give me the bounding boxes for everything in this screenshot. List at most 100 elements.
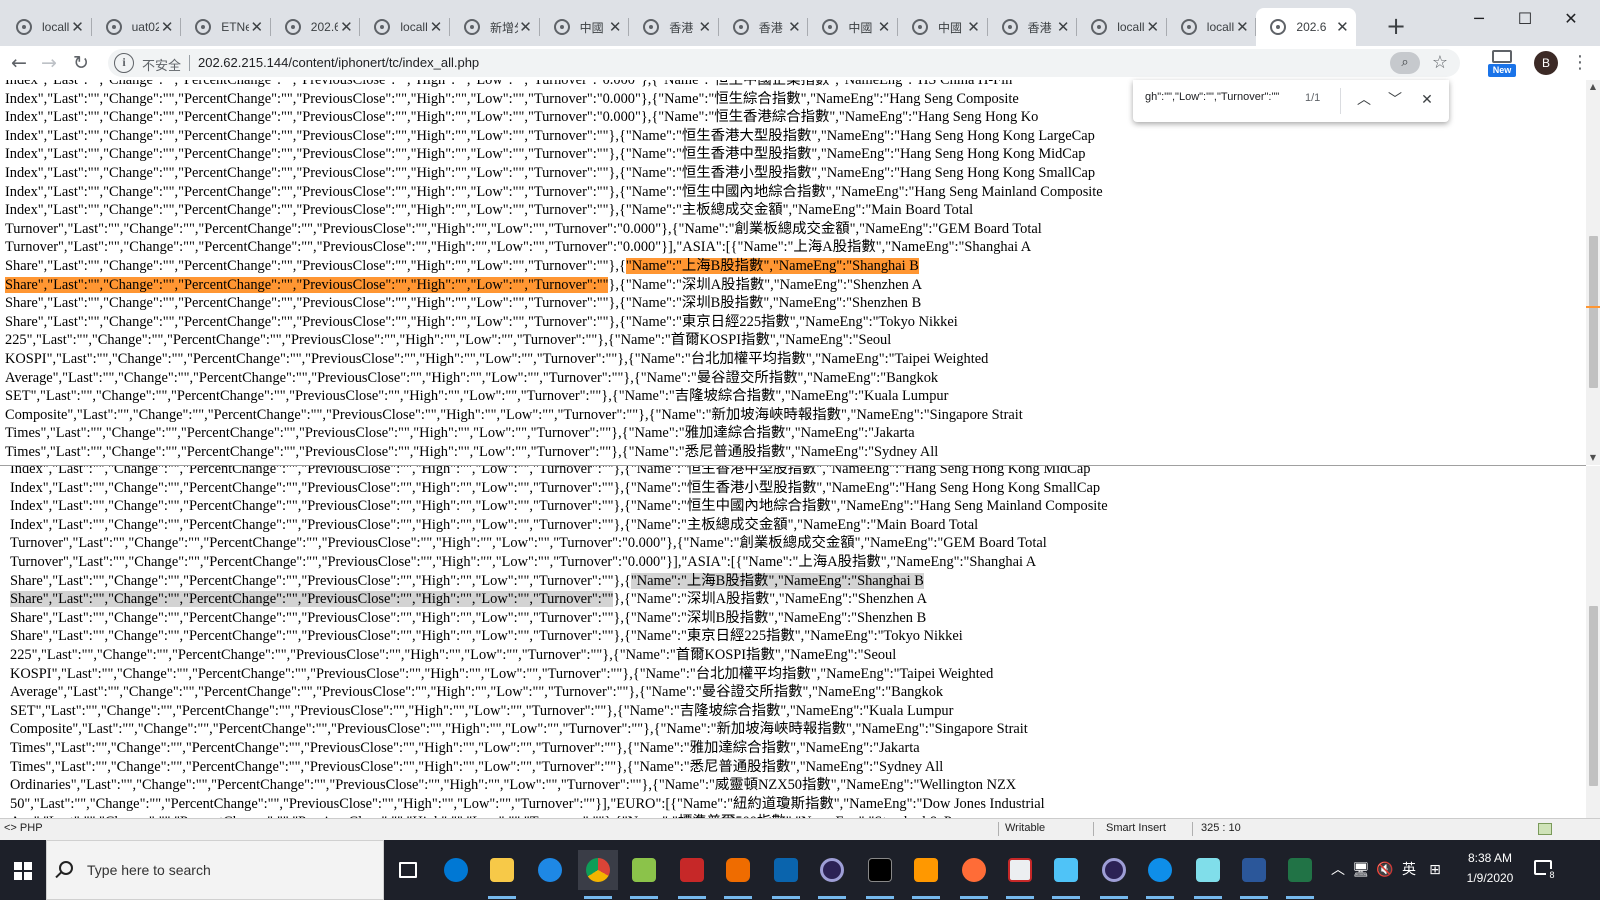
network-app-icon[interactable] [1046, 850, 1086, 899]
browser-tab[interactable]: locall ✕ [1077, 8, 1167, 46]
outlook-icon[interactable] [766, 850, 806, 899]
minimize-button[interactable]: ─ [1456, 4, 1502, 34]
extension-icon[interactable]: New [1488, 50, 1516, 78]
profile-avatar[interactable]: B [1534, 51, 1558, 75]
scroll-up-icon[interactable]: ▲ [1586, 80, 1600, 94]
teamviewer-icon[interactable] [1140, 850, 1180, 899]
tab-close-icon[interactable]: ✕ [428, 19, 444, 35]
system-clock[interactable]: 8:38 AM 1/9/2020 [1450, 848, 1530, 888]
tab-close-icon[interactable]: ✕ [876, 19, 892, 35]
notification-center-icon[interactable]: 8 [1532, 858, 1558, 882]
tab-close-icon[interactable]: ✕ [786, 19, 802, 35]
scroll-down-icon[interactable]: ▼ [1586, 451, 1600, 465]
edge-icon[interactable] [530, 850, 570, 890]
browser-tab[interactable]: uat02 ✕ [92, 8, 182, 46]
new-tab-button[interactable]: + [1386, 14, 1406, 38]
find-input[interactable]: gh":"","Low":"","Turnover":"" [1145, 91, 1295, 103]
word-icon[interactable] [1234, 850, 1274, 899]
close-window-button[interactable]: ✕ [1548, 4, 1594, 34]
bookmark-star-icon[interactable]: ☆ [1432, 52, 1448, 74]
search-placeholder: Type here to search [87, 862, 211, 878]
editor-pane[interactable]: Index","Last":"","Change":"","PercentCha… [0, 465, 1586, 818]
file-explorer-icon[interactable] [482, 850, 522, 899]
browser-tab[interactable]: 新增分頁✕ [450, 8, 540, 46]
find-next-icon[interactable]: ﹀ [1383, 88, 1407, 112]
editor-scroll-thumb[interactable] [1589, 606, 1598, 786]
keyboard-app-icon[interactable] [1000, 850, 1040, 899]
network-icon[interactable]: 🖥 [1350, 840, 1372, 900]
eclipse-icon[interactable] [812, 850, 852, 899]
menu-icon[interactable]: ⋮ [1570, 50, 1590, 76]
code-line: 225","Last":"","Change":"","PercentChang… [10, 646, 897, 663]
tab-close-icon[interactable]: ✕ [1055, 19, 1071, 35]
source-text-bottom[interactable]: Index","Last":"","Change":"","PercentCha… [10, 466, 1108, 818]
skype-icon[interactable] [436, 850, 476, 890]
task-view-icon[interactable] [388, 850, 428, 890]
find-in-page-icon[interactable]: ⌕ [1390, 52, 1420, 74]
code-line: Index","Last":"","Change":"","PercentCha… [10, 498, 1108, 515]
browser-tab[interactable]: locall ✕ [2, 8, 92, 46]
tab-close-icon[interactable]: ✕ [338, 19, 354, 35]
find-previous-icon[interactable]: ︿ [1352, 88, 1376, 112]
tab-close-icon[interactable]: ✕ [1334, 19, 1350, 35]
browser-tab[interactable]: 香港 ✕ [629, 8, 719, 46]
tab-close-icon[interactable]: ✕ [159, 19, 175, 35]
insert-mode-status[interactable]: Smart Insert [1106, 822, 1166, 834]
windows-taskbar: Type here to search ︿ 🖥 🔇 英 ⊞ 8:38 AM 1/… [0, 840, 1600, 900]
postman-icon[interactable] [954, 850, 994, 899]
tab-close-icon[interactable]: ✕ [607, 19, 623, 35]
notes-icon[interactable] [1188, 850, 1228, 899]
browser-tab[interactable]: 中國 ✕ [808, 8, 898, 46]
terminal-icon[interactable] [860, 850, 900, 899]
volume-icon[interactable]: 🔇 [1374, 840, 1396, 900]
browser-tab[interactable]: 香港 ✕ [719, 8, 809, 46]
tray-overflow-icon[interactable]: ︿ [1328, 840, 1348, 900]
tab-title: locall [42, 20, 70, 34]
code-line: Share","Last":"","Change":"","PercentCha… [10, 590, 1108, 609]
notepad-plus-icon[interactable] [624, 850, 664, 899]
page-scrollbar[interactable]: ▲ ▼ [1586, 80, 1600, 465]
browser-tab[interactable]: 香港 ✕ [988, 8, 1078, 46]
code-line: Share","Last":"","Change":"","PercentCha… [10, 628, 963, 645]
address-bar[interactable]: i 不安全 202.62.215.144/content/iphonert/tc… [108, 49, 1460, 77]
find-close-icon[interactable]: ✕ [1415, 88, 1439, 112]
editor-scrollbar[interactable] [1586, 466, 1600, 818]
tab-favicon-icon [643, 19, 660, 35]
forward-button[interactable]: → [36, 50, 62, 76]
tab-close-icon[interactable]: ✕ [1145, 19, 1161, 35]
browser-tab[interactable]: 中國 ✕ [540, 8, 630, 46]
taskbar-search[interactable]: Type here to search [46, 840, 384, 900]
tab-close-icon[interactable]: ✕ [249, 19, 265, 35]
maximize-button[interactable]: ☐ [1502, 4, 1548, 34]
tab-close-icon[interactable]: ✕ [70, 19, 86, 35]
start-button[interactable] [0, 840, 46, 900]
input-language[interactable]: 英 [1398, 840, 1420, 900]
browser-tab[interactable]: 202.6 ✕ [271, 8, 361, 46]
url-text[interactable]: 202.62.215.144/content/iphonert/tc/index… [198, 55, 479, 70]
browser-tab[interactable]: locall ✕ [360, 8, 450, 46]
tab-close-icon[interactable]: ✕ [1234, 19, 1250, 35]
sublime-icon[interactable] [906, 850, 946, 899]
reload-button[interactable]: ↻ [68, 50, 94, 76]
back-button[interactable]: ← [6, 50, 32, 76]
tab-close-icon[interactable]: ✕ [966, 19, 982, 35]
tab-title: 香港 [1027, 20, 1052, 35]
app-orange-icon[interactable] [718, 850, 758, 899]
scroll-thumb[interactable] [1589, 236, 1598, 388]
filezilla-icon[interactable] [672, 850, 712, 899]
code-line: Index","Last":"","Change":"","PercentCha… [5, 183, 1103, 200]
tab-close-icon[interactable]: ✕ [518, 19, 534, 35]
browser-tab[interactable]: ETNe ✕ [181, 8, 271, 46]
tab-close-icon[interactable]: ✕ [697, 19, 713, 35]
excel-icon[interactable] [1280, 850, 1320, 899]
language-indicator[interactable]: <> PHP [4, 822, 43, 834]
code-line: SET","Last":"","Change":"","PercentChang… [5, 388, 949, 405]
browser-tab[interactable]: locall ✕ [1167, 8, 1257, 46]
info-icon[interactable]: i [114, 53, 134, 73]
eclipse-2-icon[interactable] [1094, 850, 1134, 899]
ime-icon[interactable]: ⊞ [1424, 840, 1446, 900]
heap-status-icon[interactable] [1538, 823, 1552, 835]
browser-tab[interactable]: 中國 ✕ [898, 8, 988, 46]
chrome-icon[interactable] [578, 850, 618, 899]
browser-tab[interactable]: 202.6 ✕ [1256, 8, 1357, 46]
